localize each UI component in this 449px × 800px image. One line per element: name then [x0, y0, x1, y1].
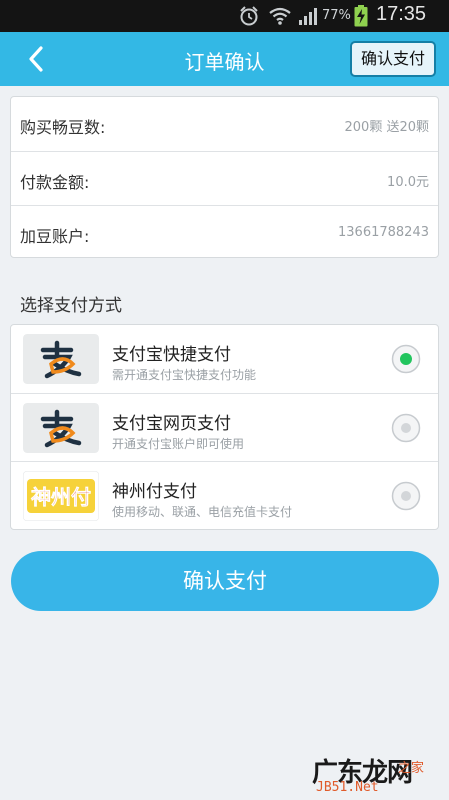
payment-name: 神州付支付	[112, 482, 197, 502]
payment-desc: 需开通支付宝快捷支付功能	[112, 368, 257, 382]
section-title: 选择支付方式	[20, 296, 122, 316]
battery-charging-icon	[354, 5, 368, 27]
alipay-logo	[23, 403, 99, 453]
svg-text:神州付: 神州付	[31, 485, 91, 509]
payment-option-alipay-quick[interactable]: 支付宝快捷支付 需开通支付宝快捷支付功能	[11, 325, 438, 393]
payment-option-shenzhoufu[interactable]: 神州付 神州付支付 使用移动、联通、电信充值卡支付	[11, 461, 438, 529]
payment-name: 支付宝快捷支付	[112, 345, 231, 365]
info-value: 10.0元	[387, 175, 429, 190]
watermark: 广东龙网 之家 JB51.Net	[312, 752, 442, 796]
info-row-amount: 付款金额: 10.0元	[11, 151, 438, 205]
watermark-home: 之家	[398, 761, 425, 776]
payment-desc: 使用移动、联通、电信充值卡支付	[112, 505, 293, 519]
info-value: 200颗 送20颗	[344, 120, 430, 135]
info-label: 加豆账户:	[20, 227, 90, 246]
watermark-site: JB51.Net	[316, 780, 379, 795]
payment-desc: 开通支付宝账户即可使用	[112, 437, 245, 451]
payment-option-alipay-web[interactable]: 支付宝网页支付 开通支付宝账户即可使用	[11, 393, 438, 461]
radio-selected[interactable]	[391, 344, 421, 374]
info-label: 付款金额:	[20, 173, 90, 192]
radio-unselected[interactable]	[391, 481, 421, 511]
shenzhoufu-logo: 神州付	[23, 471, 99, 521]
battery-percent: 77%	[322, 8, 351, 23]
status-bar: 77% 17:35	[0, 0, 449, 32]
confirm-pay-top-button[interactable]: 确认支付	[350, 41, 436, 77]
clock: 17:35	[376, 3, 427, 25]
radio-unselected[interactable]	[391, 413, 421, 443]
wifi-icon	[269, 7, 291, 25]
alipay-logo	[23, 334, 99, 384]
info-row-beans: 购买畅豆数: 200颗 送20颗	[11, 97, 438, 151]
nav-bar: 订单确认 确认支付	[0, 32, 449, 86]
info-value: 13661788243	[338, 225, 429, 240]
payment-methods-card: 支付宝快捷支付 需开通支付宝快捷支付功能 支付宝网页支付 开通支付宝账户即可使用…	[10, 324, 439, 530]
info-label: 购买畅豆数:	[20, 118, 106, 137]
info-row-account: 加豆账户: 13661788243	[11, 205, 438, 259]
alarm-icon	[240, 6, 258, 26]
signal-icon	[299, 8, 317, 25]
order-info-card: 购买畅豆数: 200颗 送20颗 付款金额: 10.0元 加豆账户: 13661…	[10, 96, 439, 258]
payment-name: 支付宝网页支付	[112, 414, 231, 434]
confirm-pay-button[interactable]: 确认支付	[11, 551, 439, 611]
